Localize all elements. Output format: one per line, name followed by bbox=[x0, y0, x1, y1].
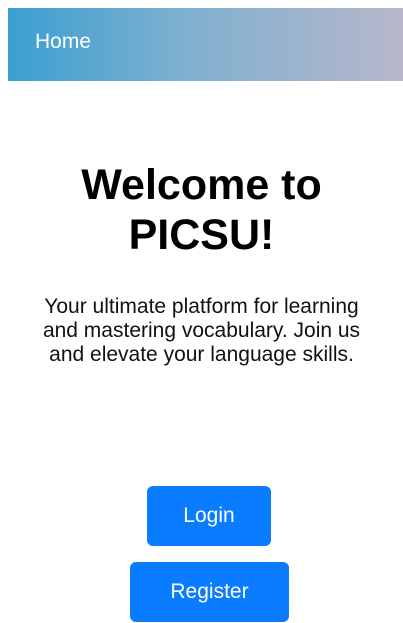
hero-section: Welcome to PICSU! Your ultimate platform… bbox=[0, 160, 403, 367]
login-button[interactable]: Login bbox=[147, 486, 271, 546]
page-title: Welcome to PICSU! bbox=[81, 161, 322, 259]
nav-home-link[interactable]: Home bbox=[35, 29, 91, 55]
register-button[interactable]: Register bbox=[130, 562, 289, 622]
top-navbar: Home bbox=[8, 8, 403, 81]
hero-description: Your ultimate platform for learning and … bbox=[42, 295, 361, 366]
